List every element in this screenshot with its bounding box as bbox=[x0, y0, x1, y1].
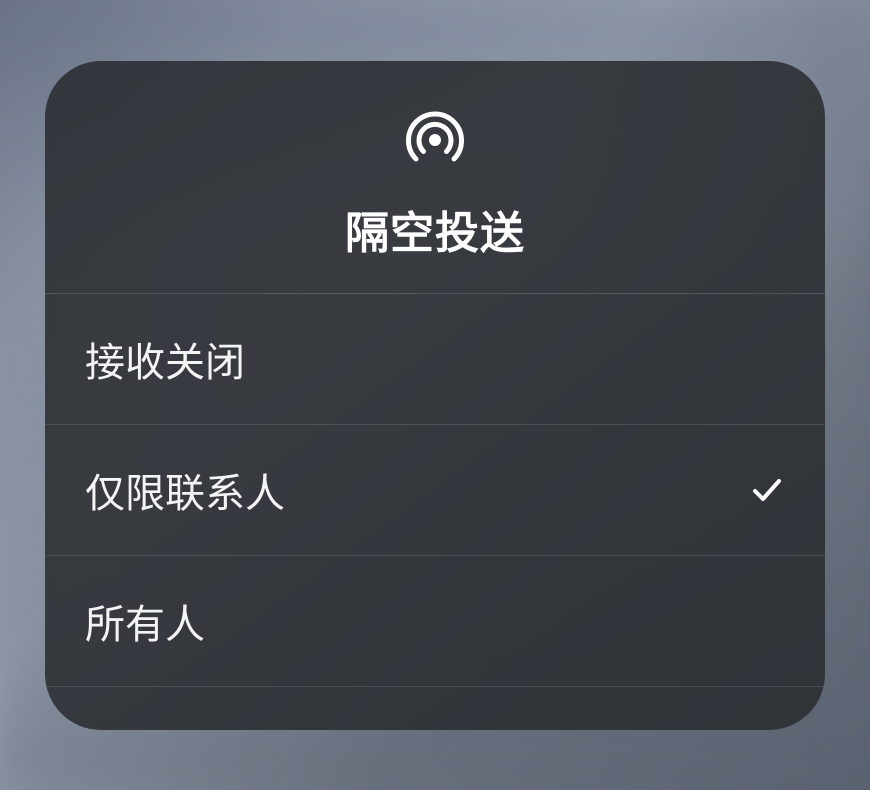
panel-title: 隔空投送 bbox=[345, 197, 525, 261]
option-label: 接收关闭 bbox=[85, 330, 245, 388]
panel-footer bbox=[45, 686, 825, 730]
option-receiving-off[interactable]: 接收关闭 bbox=[45, 294, 825, 425]
airdrop-icon bbox=[404, 109, 466, 171]
panel-header: 隔空投送 bbox=[45, 61, 825, 294]
option-label: 仅限联系人 bbox=[85, 461, 285, 519]
option-label: 所有人 bbox=[85, 592, 205, 650]
option-contacts-only[interactable]: 仅限联系人 bbox=[45, 425, 825, 556]
checkmark-icon bbox=[749, 472, 785, 508]
option-everyone[interactable]: 所有人 bbox=[45, 556, 825, 686]
options-list: 接收关闭 仅限联系人 所有人 bbox=[45, 294, 825, 686]
airdrop-settings-panel: 隔空投送 接收关闭 仅限联系人 所有人 bbox=[45, 61, 825, 730]
